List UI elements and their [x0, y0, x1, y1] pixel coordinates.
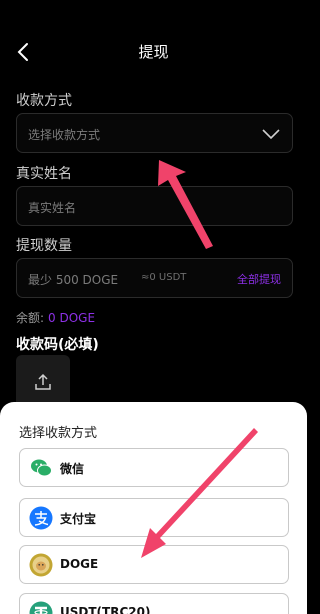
name-input[interactable]: 真实姓名 — [16, 186, 293, 226]
option-wechat[interactable]: 微信 — [19, 448, 289, 487]
option-alipay[interactable]: 支付宝 — [19, 498, 289, 537]
chevron-down-icon — [261, 126, 281, 140]
withdraw-all-button[interactable]: 全部提现 — [237, 271, 281, 287]
sheet-title: 选择收款方式 — [19, 426, 98, 441]
upload-qr-button[interactable] — [16, 355, 70, 409]
tether-icon — [29, 601, 53, 614]
option-doge[interactable]: DOGE — [19, 545, 289, 584]
amount-label: 提现数量 — [16, 238, 72, 254]
option-label: 微信 — [60, 462, 85, 476]
method-select[interactable]: 选择收款方式 — [16, 113, 293, 153]
option-label: 支付宝 — [60, 512, 97, 526]
name-placeholder: 真实姓名 — [28, 201, 77, 215]
method-label: 收款方式 — [16, 93, 72, 109]
doge-coin-icon — [29, 553, 53, 577]
payment-method-sheet: 选择收款方式 微信 支付宝 DOGE USDT(TRC20) — [0, 402, 307, 614]
method-placeholder: 选择收款方式 — [28, 128, 101, 142]
wechat-icon — [29, 456, 53, 480]
balance-label: 余额: — [16, 311, 45, 325]
alipay-icon — [29, 506, 53, 530]
amount-placeholder: 最少 500 DOGE — [28, 273, 119, 287]
balance-value: 0 DOGE — [48, 311, 96, 325]
option-usdt-trc20[interactable]: USDT(TRC20) — [19, 593, 289, 614]
amount-equivalent: ≈0 USDT — [141, 272, 187, 283]
name-label: 真实姓名 — [16, 166, 72, 182]
balance: 余额: 0 DOGE — [16, 309, 95, 326]
option-label: USDT(TRC20) — [60, 605, 151, 614]
page-title: 提现 — [138, 43, 169, 61]
option-label: DOGE — [60, 557, 99, 571]
amount-input[interactable]: 最少 500 DOGE ≈0 USDT 全部提现 — [16, 258, 293, 298]
upload-icon — [35, 373, 51, 390]
qr-code-label: 收款码(必填) — [16, 337, 99, 353]
header: 提现 — [0, 0, 307, 100]
